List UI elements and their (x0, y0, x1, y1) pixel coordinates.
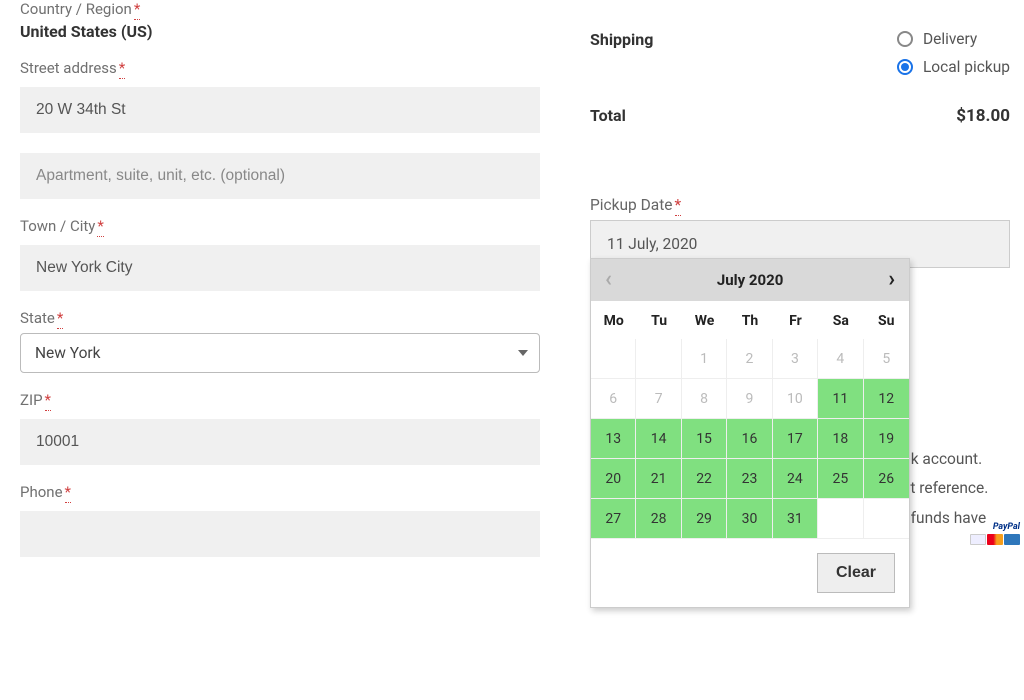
payment-logos: PayPal (970, 522, 1020, 545)
chevron-right-icon[interactable]: › (888, 269, 895, 291)
datepicker-dow: Fr (773, 301, 818, 339)
total-row: Total $18.00 (590, 106, 1010, 126)
required-star: * (45, 391, 51, 411)
city-input[interactable] (20, 245, 540, 291)
clear-button[interactable]: Clear (817, 553, 895, 593)
datepicker-day-disabled: 6 (591, 379, 636, 419)
datepicker-day-blank (818, 499, 863, 539)
datepicker-day-available[interactable]: 19 (864, 419, 909, 459)
street-label: Street address* (20, 59, 540, 77)
required-star: * (65, 483, 71, 503)
datepicker-day-available[interactable]: 16 (727, 419, 772, 459)
datepicker-day-available[interactable]: 30 (727, 499, 772, 539)
country-label: Country / Region* (20, 0, 540, 18)
pickup-date-label: Pickup Date* (590, 196, 681, 214)
datepicker-day-available[interactable]: 13 (591, 419, 636, 459)
amex-icon (1004, 534, 1020, 545)
datepicker-day-blank (636, 339, 681, 379)
datepicker-day-available[interactable]: 27 (591, 499, 636, 539)
datepicker-footer: Clear (591, 539, 909, 607)
phone-label: Phone* (20, 483, 540, 501)
required-star: * (134, 0, 140, 20)
state-field: State* New York (20, 309, 540, 373)
datepicker-day-disabled: 7 (636, 379, 681, 419)
city-label: Town / City* (20, 217, 540, 235)
datepicker-day-disabled: 9 (727, 379, 772, 419)
street-field: Street address* (20, 59, 540, 199)
street-input[interactable] (20, 87, 540, 133)
datepicker-day-available[interactable]: 14 (636, 419, 681, 459)
required-star: * (119, 59, 125, 79)
datepicker-day-available[interactable]: 25 (818, 459, 863, 499)
datepicker-days-grid: 1234567891011121314151617181920212223242… (591, 339, 909, 539)
datepicker-popup: ‹ July 2020 › MoTuWeThFrSaSu 12345678910… (590, 258, 910, 608)
datepicker-dow: Tu (636, 301, 681, 339)
datepicker-dow: Sa (818, 301, 863, 339)
datepicker-day-available[interactable]: 11 (818, 379, 863, 419)
datepicker-day-available[interactable]: 20 (591, 459, 636, 499)
radio-icon (897, 31, 913, 47)
datepicker-day-disabled: 8 (682, 379, 727, 419)
zip-input[interactable] (20, 419, 540, 465)
datepicker-day-blank (864, 499, 909, 539)
datepicker-day-blank (591, 339, 636, 379)
phone-input[interactable] (20, 511, 540, 557)
datepicker-day-available[interactable]: 29 (682, 499, 727, 539)
datepicker-day-available[interactable]: 28 (636, 499, 681, 539)
datepicker-day-available[interactable]: 26 (864, 459, 909, 499)
datepicker-dow: Su (864, 301, 909, 339)
shipping-pickup-option[interactable]: Local pickup (897, 58, 1010, 76)
shipping-label: Shipping (590, 30, 653, 49)
phone-field: Phone* (20, 483, 540, 557)
datepicker-day-available[interactable]: 22 (682, 459, 727, 499)
datepicker-day-disabled: 4 (818, 339, 863, 379)
required-star: * (675, 196, 682, 216)
datepicker-month-title: July 2020 (717, 271, 783, 289)
radio-checked-icon (897, 59, 913, 75)
visa-icon (970, 534, 986, 545)
total-label: Total (590, 106, 626, 125)
country-field: Country / Region* United States (US) (20, 0, 540, 41)
state-value: New York (20, 333, 540, 373)
datepicker-day-available[interactable]: 31 (773, 499, 818, 539)
chevron-left-icon: ‹ (605, 269, 612, 291)
mastercard-icon (987, 534, 1003, 545)
datepicker-day-available[interactable]: 21 (636, 459, 681, 499)
datepicker-day-disabled: 5 (864, 339, 909, 379)
shipping-pickup-label: Local pickup (923, 58, 1010, 76)
datepicker-day-disabled: 1 (682, 339, 727, 379)
total-value: $18.00 (956, 106, 1010, 126)
datepicker-day-disabled: 10 (773, 379, 818, 419)
datepicker-day-disabled: 2 (727, 339, 772, 379)
state-label: State* (20, 309, 540, 327)
datepicker-day-disabled: 3 (773, 339, 818, 379)
datepicker-day-available[interactable]: 18 (818, 419, 863, 459)
datepicker-dow-row: MoTuWeThFrSaSu (591, 301, 909, 339)
zip-label: ZIP* (20, 391, 540, 409)
datepicker-day-available[interactable]: 12 (864, 379, 909, 419)
datepicker-day-available[interactable]: 15 (682, 419, 727, 459)
shipping-delivery-label: Delivery (923, 30, 977, 48)
paypal-logo: PayPal (993, 522, 1020, 532)
datepicker-day-available[interactable]: 24 (773, 459, 818, 499)
country-value: United States (US) (20, 22, 540, 41)
datepicker-dow: We (682, 301, 727, 339)
state-select[interactable]: New York (20, 333, 540, 373)
shipping-options: Delivery Local pickup (897, 30, 1010, 76)
shipping-delivery-option[interactable]: Delivery (897, 30, 1010, 48)
zip-field: ZIP* (20, 391, 540, 465)
street2-input[interactable] (20, 153, 540, 199)
required-star: * (57, 309, 63, 329)
datepicker-dow: Th (727, 301, 772, 339)
pickup-date-block: Pickup Date* 11 July, 2020 ‹ July 2020 ›… (590, 196, 1010, 268)
city-field: Town / City* (20, 217, 540, 291)
datepicker-day-available[interactable]: 23 (727, 459, 772, 499)
datepicker-day-available[interactable]: 17 (773, 419, 818, 459)
datepicker-header: ‹ July 2020 › (591, 259, 909, 301)
required-star: * (97, 217, 103, 237)
shipping-row: Shipping Delivery Local pickup (590, 30, 1010, 76)
datepicker-dow: Mo (591, 301, 636, 339)
